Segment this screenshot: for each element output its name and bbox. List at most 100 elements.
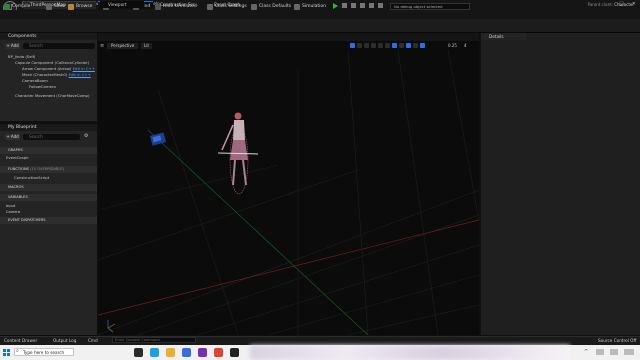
grid-size-icon[interactable]: [399, 43, 404, 48]
scale-icon[interactable]: [371, 43, 376, 48]
compile-button[interactable]: Compile: [4, 2, 30, 12]
translate-icon[interactable]: [357, 43, 362, 48]
lit-button[interactable]: Lit: [141, 43, 152, 49]
select-icon[interactable]: [350, 43, 355, 48]
scale-snap-value[interactable]: 0.25: [448, 43, 457, 48]
compile-label: Compile: [12, 4, 31, 9]
rotate-snap-icon[interactable]: [406, 43, 411, 48]
debug-object-select[interactable]: No debug object selected: [390, 3, 470, 10]
event-dispatchers-label: EVENT DISPATCHERS: [8, 218, 46, 222]
variables-label: VARIABLES: [8, 195, 28, 199]
components-title: Components: [8, 34, 37, 39]
functions-section[interactable]: FUNCTIONS (15 OVERRIDABLE): [0, 166, 97, 173]
axis-gizmo-icon: [107, 320, 116, 333]
camera-speed-value[interactable]: 4: [464, 43, 467, 48]
my-blueprint-title: My Blueprint: [8, 125, 37, 130]
event-dispatchers-section[interactable]: EVENT DISPATCHERS: [0, 217, 97, 224]
arrow-label: Arrow Component (Arrow): [22, 66, 72, 71]
viewport-scene[interactable]: [98, 50, 479, 335]
functions-override-count: (15 OVERRIDABLE): [30, 167, 65, 171]
world-icon[interactable]: [378, 43, 383, 48]
variables-section[interactable]: VARIABLES: [0, 194, 97, 201]
class-defaults-button[interactable]: Class Defaults: [251, 2, 291, 12]
scale-snap-icon[interactable]: [420, 43, 425, 48]
y-axis-line: [147, 129, 369, 335]
tree-item-followcamera[interactable]: FollowCamera: [3, 84, 97, 90]
tab-event-graph[interactable]: Event Graph: [206, 1, 251, 8]
pause-icon[interactable]: [342, 3, 347, 8]
functions-label: FUNCTIONS: [8, 167, 29, 171]
clock-area[interactable]: [624, 349, 634, 355]
graphs-section[interactable]: GRAPHS: [0, 147, 97, 154]
hamburger-menu-icon[interactable]: ≡: [100, 43, 106, 49]
details-tab[interactable]: Details: [481, 33, 526, 40]
components-search-input[interactable]: Search: [23, 43, 95, 49]
visual-studio-icon[interactable]: [198, 348, 207, 357]
save-label: Save: [54, 4, 66, 9]
simulation-button[interactable]: Simulation: [294, 2, 326, 12]
browse-button[interactable]: Browse: [68, 2, 92, 12]
chrome-icon[interactable]: [214, 348, 223, 357]
add-component-button[interactable]: + Add: [5, 43, 20, 49]
character-mesh[interactable]: [217, 112, 259, 195]
simulation-icon: [294, 4, 300, 10]
edit-in-cpp-link[interactable]: Edit in C++: [69, 72, 91, 77]
tray-chevron-icon[interactable]: ^: [584, 349, 588, 355]
components-header: Components: [0, 33, 97, 40]
tab-construction-script[interactable]: Construction Scr...: [152, 1, 202, 8]
x-axis-line: [98, 219, 479, 316]
network-icon[interactable]: [596, 349, 604, 355]
taskbar-blurred-area: [250, 345, 570, 360]
event-graph-item[interactable]: EventGraph: [6, 155, 29, 161]
grid-snap-icon[interactable]: [392, 43, 397, 48]
surface-snap-icon[interactable]: [385, 43, 390, 48]
macros-section[interactable]: MACROS: [0, 184, 97, 191]
store-icon[interactable]: [182, 348, 191, 357]
step-icon[interactable]: [360, 3, 365, 8]
parent-class-value[interactable]: Character: [614, 2, 634, 7]
my-blueprint-search-input[interactable]: Search: [23, 134, 80, 140]
output-log-button[interactable]: Output Log: [53, 338, 76, 343]
mesh-label: Mesh (CharacterMesh0): [22, 72, 68, 77]
source-control-status[interactable]: Source Control Off: [598, 338, 636, 343]
defaults-icon: [251, 4, 257, 10]
save-button[interactable]: Save: [46, 2, 65, 12]
camera-category[interactable]: Camera: [0, 209, 97, 215]
save-icon: [46, 4, 52, 10]
search-icon: ⌕: [16, 348, 19, 354]
unreal-editor-icon[interactable]: [230, 348, 239, 357]
stop-icon[interactable]: [351, 3, 356, 8]
tab-viewport[interactable]: Viewport: [100, 1, 144, 8]
tree-item-character-movement[interactable]: Character Movement (CharMoveComp): [3, 93, 97, 99]
add-member-button[interactable]: + Add: [5, 134, 20, 140]
graph-tab-bar: [98, 33, 479, 41]
step-over-icon[interactable]: [369, 3, 374, 8]
taskbar-search-input[interactable]: Type here to search: [14, 348, 74, 356]
windows-start-icon[interactable]: [3, 349, 10, 356]
volume-icon[interactable]: [610, 349, 618, 355]
parent-class: Parent class: Character: [588, 2, 634, 7]
parent-class-label: Parent class:: [587, 2, 613, 7]
folder-icon: [68, 4, 74, 10]
compile-icon: [4, 4, 10, 10]
construction-script-item[interactable]: ConstructionScript: [14, 175, 49, 181]
components-tree: BP_Jinda (Self) Capsule Component (Colli…: [3, 54, 97, 99]
play-icon[interactable]: [333, 3, 338, 9]
perspective-button[interactable]: Perspective: [107, 43, 139, 49]
console-command-input[interactable]: Enter Console Command: [112, 337, 196, 343]
settings-gear-icon[interactable]: ⚙: [84, 134, 92, 140]
step-out-icon[interactable]: [378, 3, 383, 8]
file-explorer-icon[interactable]: [166, 348, 175, 357]
viewport-tool-icons: [350, 43, 425, 48]
rotate-icon[interactable]: [364, 43, 369, 48]
edge-icon[interactable]: [150, 348, 159, 357]
edit-in-cpp-link[interactable]: Edit in C++: [73, 66, 95, 71]
play-controls: [333, 3, 383, 9]
content-drawer-button[interactable]: Content Drawer: [4, 338, 37, 343]
details-panel: [480, 33, 640, 335]
cmd-dropdown[interactable]: Cmd: [88, 338, 98, 343]
task-view-icon[interactable]: [134, 348, 143, 357]
graphs-label: GRAPHS: [8, 148, 23, 152]
rotate-size-icon[interactable]: [413, 43, 418, 48]
my-blueprint-header: My Blueprint: [0, 124, 97, 131]
